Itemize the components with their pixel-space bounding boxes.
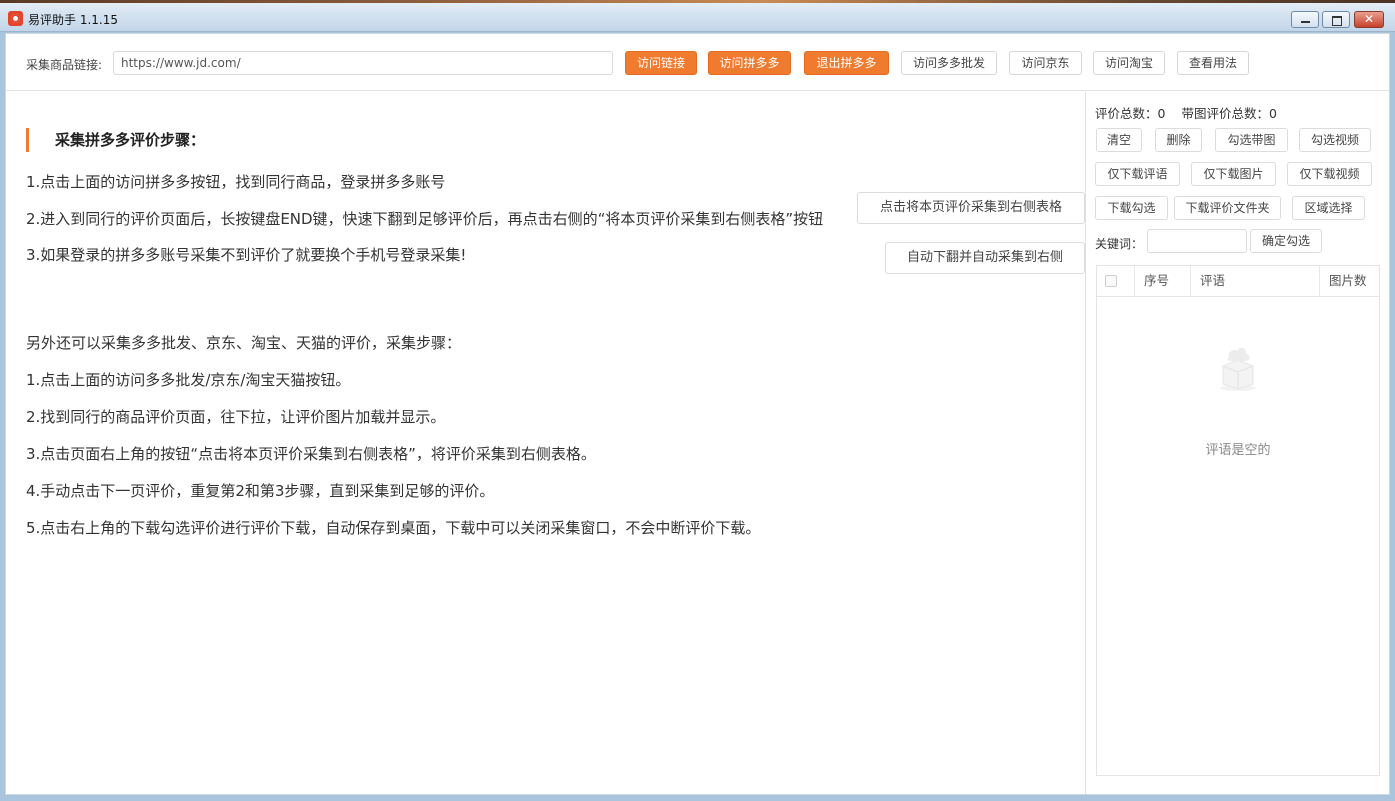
review-stats: 评价总数：0 带图评价总数：0 — [1095, 103, 1289, 122]
minimize-button[interactable] — [1291, 11, 1319, 28]
column-review-text[interactable]: 评语 — [1190, 266, 1319, 297]
steps-heading: 采集拼多多评价步骤： — [26, 128, 205, 152]
download-selected-button[interactable]: 下载勾选 — [1095, 196, 1168, 220]
table-header: 序号 评语 图片数 — [1097, 266, 1379, 297]
instructions-pane: 采集拼多多评价步骤： 1.点击上面的访问拼多多按钮，找到同行商品，登录拼多多账号… — [6, 92, 1085, 794]
visit-pdd-button[interactable]: 访问拼多多 — [708, 51, 791, 75]
pdd-step-1: 1.点击上面的访问拼多多按钮，找到同行商品，登录拼多多账号 — [26, 173, 446, 191]
region-select-button[interactable]: 区域选择 — [1292, 196, 1365, 220]
download-review-folder-button[interactable]: 下载评价文件夹 — [1174, 196, 1281, 220]
other-platforms-intro: 另外还可以采集多多批发、京东、淘宝、天猫的评价，采集步骤： — [26, 334, 462, 352]
column-image-count[interactable]: 图片数 — [1319, 266, 1379, 297]
url-label: 采集商品链接: — [26, 58, 103, 72]
download-videos-only-button[interactable]: 仅下载视频 — [1287, 162, 1372, 186]
auto-scroll-collect-button[interactable]: 自动下翻并自动采集到右侧 — [885, 242, 1085, 274]
total-reviews-count: 评价总数：0 — [1095, 106, 1166, 121]
title-bar: 易评助手 1.1.15 ✕ — [0, 0, 1395, 32]
clear-button[interactable]: 清空 — [1096, 128, 1142, 152]
close-window-button[interactable]: ✕ — [1354, 11, 1384, 28]
main-window: 采集商品链接: https://www.jd.com/ 访问链接 访问拼多多 退… — [5, 33, 1390, 795]
other-step-4: 4.手动点击下一页评价，重复第2和第3步骤，直到采集到足够的评价。 — [26, 482, 495, 500]
pdd-step-3: 3.如果登录的拼多多账号采集不到评价了就要换个手机号登录采集! — [26, 246, 467, 264]
view-usage-button[interactable]: 查看用法 — [1177, 51, 1249, 75]
close-icon: ✕ — [1363, 12, 1375, 26]
maximize-button[interactable] — [1322, 11, 1350, 28]
download-text-only-button[interactable]: 仅下载评语 — [1095, 162, 1180, 186]
keyword-input[interactable] — [1147, 229, 1247, 253]
select-with-images-button[interactable]: 勾选带图 — [1215, 128, 1288, 152]
visit-taobao-button[interactable]: 访问淘宝 — [1093, 51, 1165, 75]
url-toolbar: 采集商品链接: https://www.jd.com/ 访问链接 访问拼多多 退… — [6, 34, 1389, 91]
product-url-input[interactable]: https://www.jd.com/ — [113, 51, 613, 75]
download-images-only-button[interactable]: 仅下载图片 — [1191, 162, 1276, 186]
delete-button[interactable]: 删除 — [1155, 128, 1202, 152]
app-logo-icon — [8, 11, 23, 26]
image-reviews-count: 带图评价总数：0 — [1181, 106, 1277, 121]
collect-page-to-table-button[interactable]: 点击将本页评价采集到右侧表格 — [857, 192, 1085, 224]
select-videos-button[interactable]: 勾选视频 — [1299, 128, 1371, 152]
visit-link-button[interactable]: 访问链接 — [625, 51, 697, 75]
confirm-select-button[interactable]: 确定勾选 — [1250, 229, 1322, 253]
other-step-3: 3.点击页面右上角的按钮“点击将本页评价采集到右侧表格”，将评价采集到右侧表格。 — [26, 445, 596, 463]
keyword-label: 关键词： — [1095, 237, 1144, 251]
empty-box-icon — [1220, 347, 1256, 391]
title-bar-accent — [0, 0, 1395, 3]
empty-table-message: 评语是空的 — [1205, 443, 1271, 458]
reviews-table: 序号 评语 图片数 评语是空的 — [1096, 265, 1380, 776]
visit-pdd-wholesale-button[interactable]: 访问多多批发 — [901, 51, 997, 75]
review-panel: 评价总数：0 带图评价总数：0 清空 删除 勾选带图 勾选视频 仅下载评语 仅下… — [1086, 92, 1389, 794]
pdd-step-2: 2.进入到同行的评价页面后，长按键盘END键，快速下翻到足够评价后，再点击右侧的… — [26, 210, 824, 228]
other-step-5: 5.点击右上角的下载勾选评价进行评价下载，自动保存到桌面，下载中可以关闭采集窗口… — [26, 519, 761, 537]
other-step-2: 2.找到同行的商品评价页面，往下拉，让评价图片加载并显示。 — [26, 408, 446, 426]
other-step-1: 1.点击上面的访问多多批发/京东/淘宝天猫按钮。 — [26, 371, 351, 389]
column-index[interactable]: 序号 — [1134, 266, 1190, 297]
exit-pdd-button[interactable]: 退出拼多多 — [804, 51, 889, 75]
visit-jd-button[interactable]: 访问京东 — [1009, 51, 1082, 75]
window-title: 易评助手 1.1.15 — [28, 13, 118, 27]
select-all-checkbox[interactable] — [1105, 275, 1117, 287]
